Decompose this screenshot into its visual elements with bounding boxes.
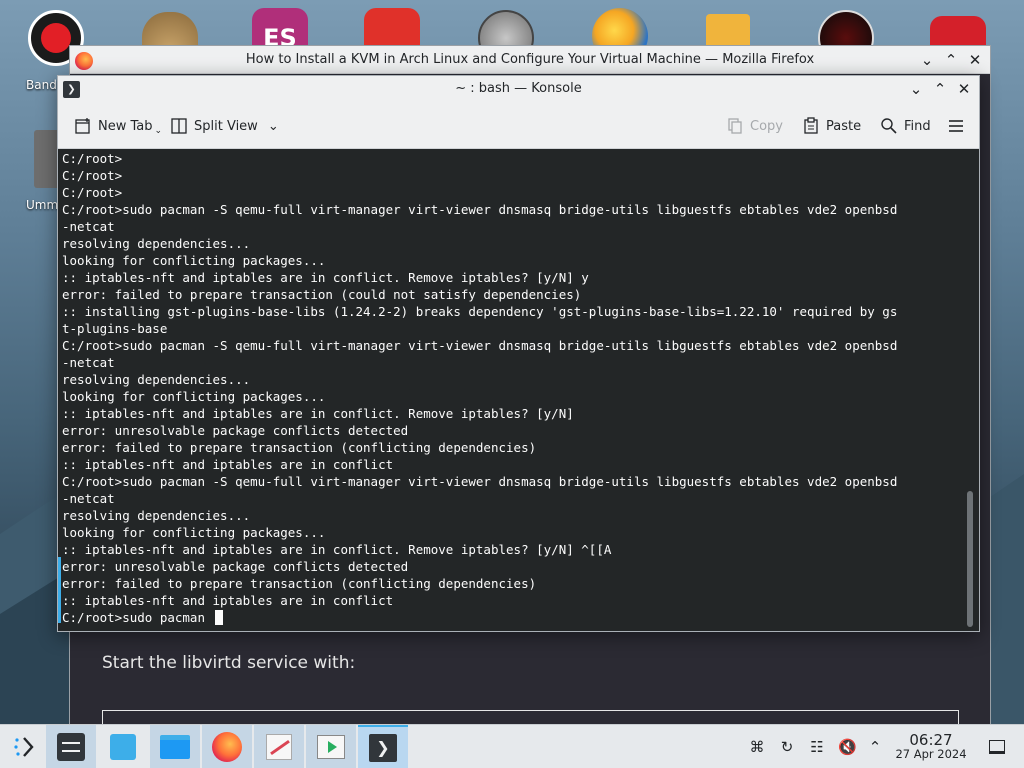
close-icon[interactable]: ✕ — [954, 79, 974, 99]
firefox-titlebar[interactable]: How to Install a KVM in Arch Linux and C… — [70, 46, 990, 74]
terminal-line: looking for conflicting packages... — [62, 389, 326, 404]
taskbar-konsole[interactable]: ❯ — [358, 725, 408, 768]
chevron-down-icon[interactable]: ⌄ — [906, 79, 926, 99]
terminal-line: resolving dependencies... — [62, 372, 251, 387]
taskbar-text-editor[interactable] — [254, 725, 304, 768]
copy-icon — [726, 117, 744, 135]
terminal-line: error: failed to prepare transaction (co… — [62, 287, 582, 302]
new-tab-icon — [74, 117, 92, 135]
text-cursor — [214, 610, 223, 625]
terminal-line: :: iptables-nft and iptables are in conf… — [62, 593, 394, 608]
article-text: Start the libvirtd service with: — [102, 653, 356, 673]
terminal-line: -netcat — [62, 355, 115, 370]
terminal-line: :: iptables-nft and iptables are in conf… — [62, 270, 589, 285]
terminal-icon: ❯ — [369, 734, 397, 762]
taskbar-discover[interactable] — [98, 725, 148, 768]
paste-button[interactable]: Paste — [802, 114, 861, 138]
terminal-line: -netcat — [62, 491, 115, 506]
show-desktop-icon[interactable] — [988, 738, 1006, 756]
network-icon[interactable]: ⌘ — [748, 738, 766, 756]
terminal-line: C:/root>sudo pacman -S qemu-full virt-ma… — [62, 202, 898, 217]
output-marker — [58, 557, 61, 623]
terminal-line: C:/root>sudo pacman -S qemu-full virt-ma… — [62, 474, 898, 489]
split-view-button[interactable]: Split View ⌄ — [170, 114, 279, 138]
terminal-line: resolving dependencies... — [62, 508, 251, 523]
split-view-label: Split View — [194, 118, 258, 134]
taskbar-firefox[interactable] — [202, 725, 252, 768]
copy-button[interactable]: Copy — [726, 114, 783, 138]
split-view-icon — [170, 117, 188, 135]
terminal-line: :: iptables-nft and iptables are in conf… — [62, 542, 612, 557]
new-tab-button[interactable]: New Tab ⌄ — [74, 114, 162, 138]
terminal-line: error: unresolvable package conflicts de… — [62, 559, 409, 574]
terminal-line: looking for conflicting packages... — [62, 525, 326, 540]
close-icon[interactable]: ✕ — [965, 50, 985, 70]
taskbar-file-manager[interactable] — [150, 725, 200, 768]
terminal-line: C:/root> — [62, 185, 123, 200]
folder-icon — [160, 735, 190, 759]
terminal-output[interactable]: C:/root> C:/root> C:/root> C:/root>sudo pac… — [58, 149, 979, 631]
konsole-window-title: ~ : bash — Konsole — [455, 81, 582, 96]
taskbar-media-player[interactable] — [306, 725, 356, 768]
find-button[interactable]: Find — [880, 114, 931, 138]
chevron-up-icon[interactable]: ⌃ — [866, 738, 884, 756]
chevron-up-icon[interactable]: ⌃ — [941, 50, 961, 70]
app-launcher-icon — [14, 737, 34, 757]
paste-label: Paste — [826, 118, 862, 134]
terminal-line: t-plugins-base — [62, 321, 168, 336]
chevron-up-icon[interactable]: ⌃ — [930, 79, 950, 99]
terminal-prompt-line[interactable]: C:/root>sudo pacman — [62, 609, 897, 626]
terminal-line: C:/root> — [62, 151, 123, 166]
terminal-line: error: failed to prepare transaction (co… — [62, 576, 537, 591]
terminal-prompt-text: C:/root>sudo pacman — [62, 610, 213, 625]
hamburger-menu-icon — [947, 117, 965, 135]
chevron-down-icon[interactable]: ⌄ — [917, 50, 937, 70]
text-editor-icon — [266, 734, 292, 760]
terminal-line: looking for conflicting packages... — [62, 253, 326, 268]
new-tab-label: New Tab — [98, 118, 153, 134]
firefox-icon — [212, 732, 242, 762]
volume-muted-icon[interactable]: 🔇 — [838, 738, 857, 756]
terminal-line: :: iptables-nft and iptables are in conf… — [62, 406, 574, 421]
konsole-titlebar[interactable]: ❯ ~ : bash — Konsole ⌄ ⌃ ✕ — [58, 76, 979, 103]
app-launcher-button[interactable] — [0, 725, 50, 768]
terminal-line: error: failed to prepare transaction (co… — [62, 440, 537, 455]
terminal-lines: C:/root> C:/root> C:/root> C:/root>sudo pac… — [62, 150, 897, 626]
copy-label: Copy — [750, 118, 783, 134]
find-label: Find — [904, 118, 931, 134]
paste-icon — [802, 117, 820, 135]
terminal-line: :: iptables-nft and iptables are in conf… — [62, 457, 394, 472]
bandicam-label: Band — [26, 78, 57, 92]
settings-icon — [57, 733, 85, 761]
firefox-window-title: How to Install a KVM in Arch Linux and C… — [245, 52, 815, 67]
media-player-icon — [317, 735, 345, 759]
discover-icon — [110, 734, 136, 760]
terminal-line: C:/root> — [62, 168, 123, 183]
terminal-line: :: installing gst-plugins-base-libs (1.2… — [62, 304, 898, 319]
konsole-window[interactable]: ❯ ~ : bash — Konsole ⌄ ⌃ ✕ New Tab ⌄ Spl… — [57, 75, 980, 632]
update-icon[interactable]: ↻ — [778, 738, 796, 756]
taskbar: ❯ ⌘ ↻ ☷ 🔇 ⌃ — [0, 724, 1024, 768]
hamburger-menu-button[interactable] — [947, 114, 965, 138]
clock-date[interactable]: 27 Apr 2024 — [890, 747, 972, 761]
terminal-line: error: unresolvable package conflicts de… — [62, 423, 409, 438]
clipboard-icon[interactable]: ☷ — [808, 738, 826, 756]
chevron-down-icon[interactable]: ⌄ — [155, 126, 163, 136]
desktop-file-label: Umm — [26, 198, 59, 212]
chevron-down-icon[interactable]: ⌄ — [268, 119, 279, 134]
terminal-scrollbar[interactable] — [967, 491, 973, 627]
konsole-toolbar: New Tab ⌄ Split View ⌄ Copy Paste Find — [58, 103, 979, 149]
terminal-line: resolving dependencies... — [62, 236, 251, 251]
search-icon — [880, 117, 898, 135]
terminal-line: C:/root>sudo pacman -S qemu-full virt-ma… — [62, 338, 898, 353]
taskbar-settings[interactable] — [46, 725, 96, 768]
terminal-line: -netcat — [62, 219, 115, 234]
